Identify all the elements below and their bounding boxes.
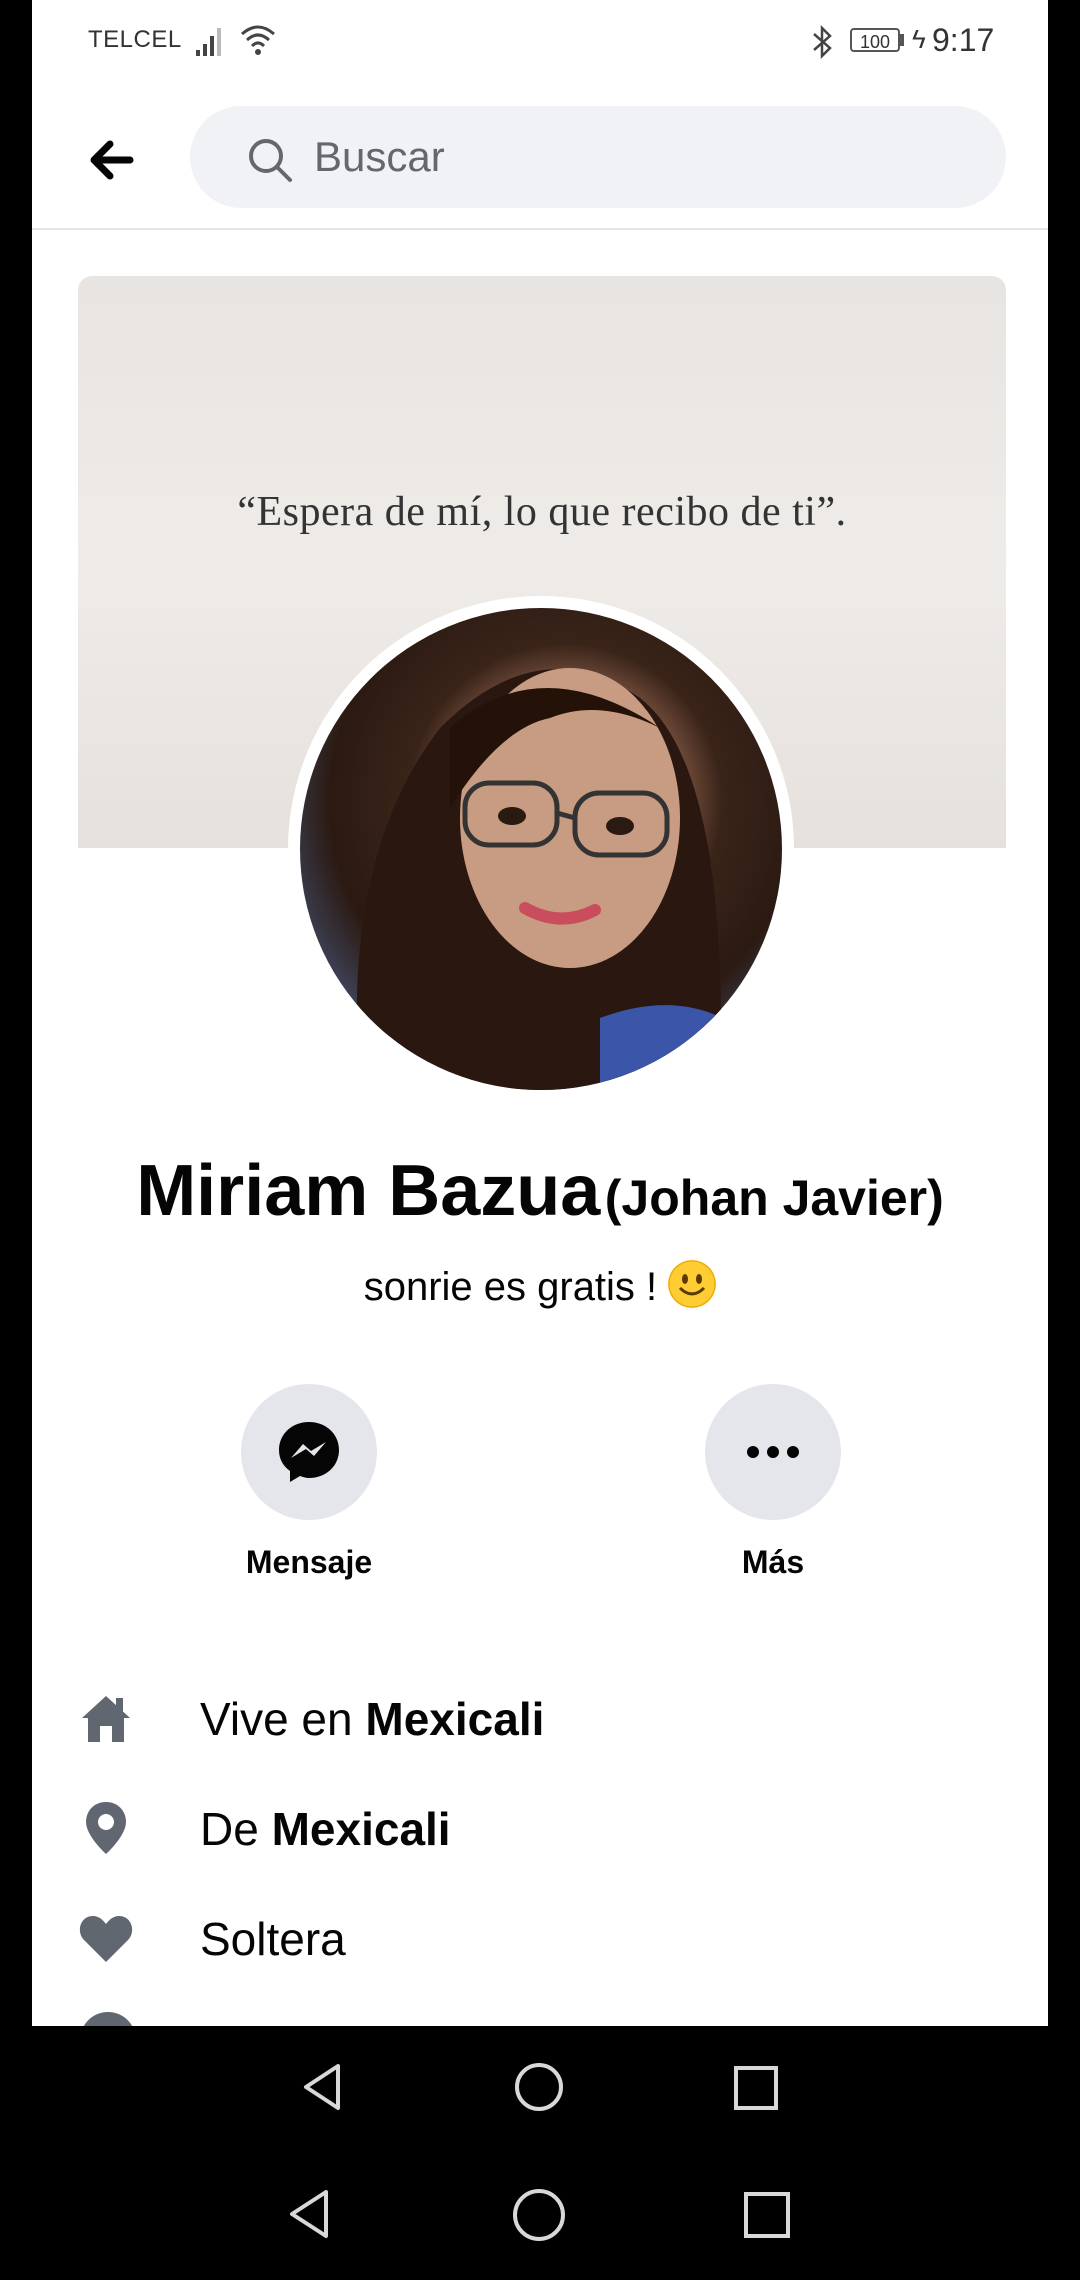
system-nav-bar-bottom: [0, 2156, 1080, 2276]
search-bar[interactable]: [190, 106, 1006, 208]
cover-quote: “Espera de mí, lo que recibo de ti”.: [237, 489, 847, 535]
profile-photo-illustration: [356, 668, 740, 1090]
smiley-emoji-icon: [668, 1260, 717, 1308]
screen: TELCEL 100 ϟ 9:17 “E: [32, 0, 1048, 2026]
search-input[interactable]: [314, 128, 914, 186]
info-text-relationship: Soltera: [200, 1913, 346, 1965]
profile-name-row: Miriam Bazua (Johan Javier): [32, 1150, 1048, 1232]
nav-home-icon-2[interactable]: [512, 2188, 566, 2242]
charging-icon: ϟ: [912, 24, 926, 54]
clock: 9:17: [932, 22, 995, 58]
profile-bio: sonrie es gratis !: [32, 1260, 1048, 1310]
home-icon: [82, 1696, 130, 1742]
nav-back-icon[interactable]: [300, 2062, 344, 2112]
more-dots-icon: [747, 1446, 799, 1458]
search-icon: [249, 139, 292, 182]
info-text-lives-in: Vive en Mexicali: [200, 1693, 545, 1745]
bio-text: sonrie es gratis !: [363, 1265, 669, 1309]
message-label: Mensaje: [245, 1544, 373, 1580]
location-pin-icon: [86, 1802, 126, 1854]
battery-indicator: 100: [850, 28, 900, 52]
info-item-from: De Mexicali: [78, 1794, 978, 1864]
messenger-icon: [279, 1422, 339, 1482]
info-item-relationship: Soltera: [78, 1904, 978, 1974]
system-nav-bar-top: [0, 2030, 1080, 2150]
profile-name: Miriam Bazua: [136, 1151, 601, 1231]
wifi-icon: [241, 25, 275, 55]
alternate-name: (Johan Javier): [604, 1170, 944, 1226]
more-action[interactable]: Más: [705, 1384, 841, 1580]
partial-info-icon: [80, 2012, 136, 2026]
heart-icon: [79, 1916, 133, 1962]
signal-icon: [196, 28, 221, 56]
more-label: Más: [741, 1544, 805, 1580]
more-button[interactable]: [705, 1384, 841, 1520]
profile-photo[interactable]: [300, 608, 782, 1090]
info-item-lives-in: Vive en Mexicali: [78, 1684, 978, 1754]
carrier-name: TELCEL: [88, 26, 182, 53]
nav-back-icon-2[interactable]: [286, 2188, 332, 2240]
header: [32, 92, 1048, 230]
bluetooth-icon: [813, 24, 832, 60]
info-text-from: De Mexicali: [200, 1803, 451, 1855]
status-bar: TELCEL 100 ϟ 9:17: [32, 0, 1048, 82]
message-action[interactable]: Mensaje: [241, 1384, 377, 1580]
battery-tip: [900, 34, 904, 46]
nav-recents-icon[interactable]: [734, 2066, 778, 2110]
message-button[interactable]: [241, 1384, 377, 1520]
nav-recents-icon-2[interactable]: [744, 2192, 790, 2238]
nav-home-icon[interactable]: [514, 2062, 564, 2112]
back-arrow-icon[interactable]: [82, 130, 142, 190]
